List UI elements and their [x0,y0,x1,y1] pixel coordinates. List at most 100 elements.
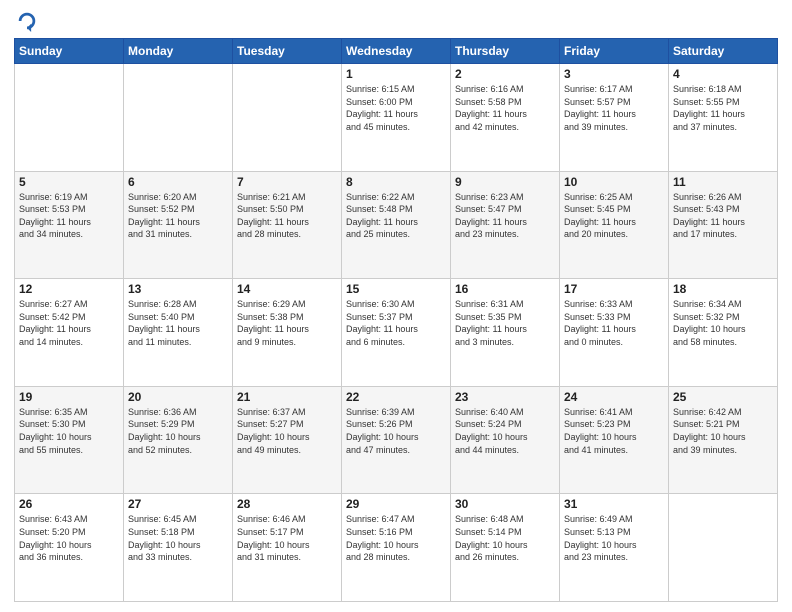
calendar-cell: 8 Sunrise: 6:22 AM Sunset: 5:48 PM Daylig… [342,171,451,279]
day-info: Sunrise: 6:43 AM Sunset: 5:20 PM Dayligh… [19,513,119,563]
day-number: 23 [455,390,555,404]
day-number: 16 [455,282,555,296]
day-number: 17 [564,282,664,296]
day-info: Sunrise: 6:34 AM Sunset: 5:32 PM Dayligh… [673,298,773,348]
day-info: Sunrise: 6:23 AM Sunset: 5:47 PM Dayligh… [455,191,555,241]
day-info: Sunrise: 6:19 AM Sunset: 5:53 PM Dayligh… [19,191,119,241]
calendar-cell: 28Sunrise: 6:46 AM Sunset: 5:17 PM Dayli… [233,494,342,602]
calendar-cell: 14 Sunrise: 6:29 AM Sunset: 5:38 PM Dayli… [233,279,342,387]
page: SundayMondayTuesdayWednesdayThursdayFrid… [0,0,792,612]
calendar-cell: 23 Sunrise: 6:40 AM Sunset: 5:24 PM Dayli… [451,386,560,494]
day-number: 6 [128,175,228,189]
day-number: 14 [237,282,337,296]
day-info: Sunrise: 6:22 AM Sunset: 5:48 PM Dayligh… [346,191,446,241]
weekday-header-wednesday: Wednesday [342,39,451,64]
day-info: Sunrise: 6:40 AM Sunset: 5:24 PM Dayligh… [455,406,555,456]
day-number: 31 [564,497,664,511]
day-number: 7 [237,175,337,189]
day-number: 12 [19,282,119,296]
calendar-cell: 17 Sunrise: 6:33 AM Sunset: 5:33 PM Dayli… [560,279,669,387]
day-info: Sunrise: 6:35 AM Sunset: 5:30 PM Dayligh… [19,406,119,456]
weekday-header-friday: Friday [560,39,669,64]
calendar-cell: 18 Sunrise: 6:34 AM Sunset: 5:32 PM Dayli… [669,279,778,387]
calendar-cell: 22 Sunrise: 6:39 AM Sunset: 5:26 PM Dayli… [342,386,451,494]
day-info: Sunrise: 6:27 AM Sunset: 5:42 PM Dayligh… [19,298,119,348]
calendar-cell: 15 Sunrise: 6:30 AM Sunset: 5:37 PM Dayli… [342,279,451,387]
day-number: 9 [455,175,555,189]
day-info: Sunrise: 6:45 AM Sunset: 5:18 PM Dayligh… [128,513,228,563]
calendar-cell: 30 Sunrise: 6:48 AM Sunset: 5:14 PM Dayli… [451,494,560,602]
calendar-cell: 6Sunrise: 6:20 AM Sunset: 5:52 PM Daylig… [124,171,233,279]
calendar-body: 1 Sunrise: 6:15 AM Sunset: 6:00 PM Daylig… [15,64,778,602]
calendar-cell: 9 Sunrise: 6:23 AM Sunset: 5:47 PM Daylig… [451,171,560,279]
logo [14,10,40,32]
day-number: 11 [673,175,773,189]
day-info: Sunrise: 6:17 AM Sunset: 5:57 PM Dayligh… [564,83,664,133]
day-number: 27 [128,497,228,511]
day-number: 30 [455,497,555,511]
calendar-cell: 1 Sunrise: 6:15 AM Sunset: 6:00 PM Daylig… [342,64,451,172]
day-number: 26 [19,497,119,511]
day-number: 8 [346,175,446,189]
day-info: Sunrise: 6:47 AM Sunset: 5:16 PM Dayligh… [346,513,446,563]
calendar-week-2: 5Sunrise: 6:19 AM Sunset: 5:53 PM Daylig… [15,171,778,279]
calendar-cell [15,64,124,172]
calendar-week-3: 12 Sunrise: 6:27 AM Sunset: 5:42 PM Dayli… [15,279,778,387]
day-info: Sunrise: 6:29 AM Sunset: 5:38 PM Dayligh… [237,298,337,348]
calendar-cell: 24 Sunrise: 6:41 AM Sunset: 5:23 PM Dayli… [560,386,669,494]
calendar-cell: 31 Sunrise: 6:49 AM Sunset: 5:13 PM Dayli… [560,494,669,602]
weekday-header-thursday: Thursday [451,39,560,64]
day-info: Sunrise: 6:39 AM Sunset: 5:26 PM Dayligh… [346,406,446,456]
day-info: Sunrise: 6:49 AM Sunset: 5:13 PM Dayligh… [564,513,664,563]
header [14,10,778,32]
day-info: Sunrise: 6:36 AM Sunset: 5:29 PM Dayligh… [128,406,228,456]
day-number: 29 [346,497,446,511]
calendar-cell: 2 Sunrise: 6:16 AM Sunset: 5:58 PM Daylig… [451,64,560,172]
day-info: Sunrise: 6:31 AM Sunset: 5:35 PM Dayligh… [455,298,555,348]
day-number: 20 [128,390,228,404]
day-number: 22 [346,390,446,404]
calendar-cell [669,494,778,602]
weekday-header-monday: Monday [124,39,233,64]
calendar-cell: 20 Sunrise: 6:36 AM Sunset: 5:29 PM Dayli… [124,386,233,494]
calendar-cell: 7Sunrise: 6:21 AM Sunset: 5:50 PM Daylig… [233,171,342,279]
calendar-cell: 5Sunrise: 6:19 AM Sunset: 5:53 PM Daylig… [15,171,124,279]
calendar-week-1: 1 Sunrise: 6:15 AM Sunset: 6:00 PM Daylig… [15,64,778,172]
day-number: 21 [237,390,337,404]
calendar-header: SundayMondayTuesdayWednesdayThursdayFrid… [15,39,778,64]
calendar-cell: 4Sunrise: 6:18 AM Sunset: 5:55 PM Daylig… [669,64,778,172]
day-info: Sunrise: 6:48 AM Sunset: 5:14 PM Dayligh… [455,513,555,563]
day-number: 19 [19,390,119,404]
day-info: Sunrise: 6:41 AM Sunset: 5:23 PM Dayligh… [564,406,664,456]
calendar-cell: 3Sunrise: 6:17 AM Sunset: 5:57 PM Daylig… [560,64,669,172]
calendar-cell: 16 Sunrise: 6:31 AM Sunset: 5:35 PM Dayli… [451,279,560,387]
day-number: 4 [673,67,773,81]
calendar-cell: 11Sunrise: 6:26 AM Sunset: 5:43 PM Dayli… [669,171,778,279]
day-number: 25 [673,390,773,404]
weekday-header-sunday: Sunday [15,39,124,64]
day-info: Sunrise: 6:28 AM Sunset: 5:40 PM Dayligh… [128,298,228,348]
day-number: 2 [455,67,555,81]
calendar-cell: 29 Sunrise: 6:47 AM Sunset: 5:16 PM Dayli… [342,494,451,602]
day-info: Sunrise: 6:37 AM Sunset: 5:27 PM Dayligh… [237,406,337,456]
calendar-cell: 25 Sunrise: 6:42 AM Sunset: 5:21 PM Dayli… [669,386,778,494]
calendar-cell: 10Sunrise: 6:25 AM Sunset: 5:45 PM Dayli… [560,171,669,279]
day-number: 24 [564,390,664,404]
day-number: 28 [237,497,337,511]
day-info: Sunrise: 6:30 AM Sunset: 5:37 PM Dayligh… [346,298,446,348]
calendar-cell: 12 Sunrise: 6:27 AM Sunset: 5:42 PM Dayli… [15,279,124,387]
day-number: 1 [346,67,446,81]
day-info: Sunrise: 6:33 AM Sunset: 5:33 PM Dayligh… [564,298,664,348]
weekday-header-tuesday: Tuesday [233,39,342,64]
day-info: Sunrise: 6:15 AM Sunset: 6:00 PM Dayligh… [346,83,446,133]
day-info: Sunrise: 6:42 AM Sunset: 5:21 PM Dayligh… [673,406,773,456]
calendar-cell: 21 Sunrise: 6:37 AM Sunset: 5:27 PM Dayli… [233,386,342,494]
day-number: 18 [673,282,773,296]
calendar-cell: 27 Sunrise: 6:45 AM Sunset: 5:18 PM Dayli… [124,494,233,602]
logo-icon [16,10,38,32]
day-number: 15 [346,282,446,296]
day-info: Sunrise: 6:16 AM Sunset: 5:58 PM Dayligh… [455,83,555,133]
weekday-row: SundayMondayTuesdayWednesdayThursdayFrid… [15,39,778,64]
calendar-cell [233,64,342,172]
calendar-cell: 26 Sunrise: 6:43 AM Sunset: 5:20 PM Dayli… [15,494,124,602]
